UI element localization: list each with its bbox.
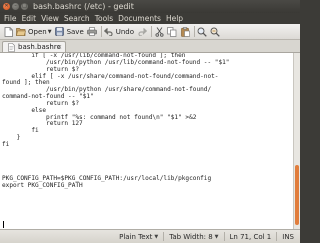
paste-button[interactable] xyxy=(180,25,190,39)
code-line[interactable]: fi xyxy=(2,127,291,135)
menu-bar: File Edit View Search Tools Documents He… xyxy=(0,13,300,24)
menu-file[interactable]: File xyxy=(4,14,17,23)
status-separator xyxy=(223,232,225,241)
menu-search[interactable]: Search xyxy=(64,14,90,23)
folder-open-icon xyxy=(16,27,26,37)
toolbar-separator xyxy=(100,26,102,37)
code-line[interactable] xyxy=(2,156,291,163)
close-window-icon[interactable]: ✕ xyxy=(3,3,10,10)
new-document-icon xyxy=(3,26,13,37)
status-separator xyxy=(276,232,278,241)
code-line[interactable] xyxy=(2,190,291,197)
code-line[interactable]: return 127 xyxy=(2,121,291,128)
cut-button[interactable] xyxy=(154,25,164,39)
menu-tools[interactable]: Tools xyxy=(95,14,113,23)
print-icon xyxy=(86,27,97,37)
copy-button[interactable] xyxy=(167,25,177,39)
toolbar-separator xyxy=(194,26,196,37)
redo-icon xyxy=(137,27,148,37)
undo-button[interactable]: Undo xyxy=(103,25,135,39)
menu-documents[interactable]: Documents xyxy=(118,14,161,23)
chevron-down-icon: ▼ xyxy=(214,233,219,240)
tab-bar: bash.bashrc ✕ xyxy=(0,40,300,52)
code-content[interactable]: if [ -x /usr/lib/command-not-found ]; th… xyxy=(2,53,291,204)
replace-button[interactable] xyxy=(210,25,220,39)
title-bar: ✕ – □ bash.bashrc (/etc) - gedit xyxy=(0,0,300,13)
redo-button[interactable] xyxy=(137,25,148,39)
tab-bash-bashrc[interactable]: bash.bashrc ✕ xyxy=(2,41,66,52)
language-selector[interactable]: Plain Text ▼ xyxy=(119,233,158,241)
code-line[interactable]: } xyxy=(2,134,291,142)
toolbar-separator xyxy=(151,26,153,37)
status-bar: Plain Text ▼ Tab Width: 8 ▼ Ln 71, Col 1… xyxy=(0,229,300,243)
status-separator xyxy=(163,232,165,241)
code-line[interactable]: export PKG_CONFIG_PATH xyxy=(2,182,291,190)
toolbar: Open ▼ Save Undo xyxy=(0,24,300,40)
text-document-icon xyxy=(6,42,16,52)
menu-help[interactable]: Help xyxy=(166,14,183,23)
search-button[interactable] xyxy=(197,25,207,39)
open-label: Open xyxy=(28,27,47,36)
tab-width-label: Tab Width: 8 xyxy=(169,232,213,241)
print-button[interactable] xyxy=(86,25,97,39)
search-replace-icon xyxy=(210,27,220,37)
text-cursor xyxy=(3,221,4,228)
open-dropdown-icon[interactable]: ▼ xyxy=(48,29,52,35)
language-label: Plain Text xyxy=(119,232,153,241)
save-label: Save xyxy=(66,27,84,36)
text-editor[interactable]: if [ -x /usr/lib/command-not-found ]; th… xyxy=(0,52,300,229)
code-line[interactable]: fi xyxy=(2,141,291,149)
maximize-window-icon[interactable]: □ xyxy=(21,3,28,10)
undo-label: Undo xyxy=(115,27,135,36)
paste-icon xyxy=(180,26,190,37)
code-line[interactable] xyxy=(2,149,291,156)
code-line[interactable] xyxy=(2,197,291,204)
cursor-position: Ln 71, Col 1 xyxy=(229,232,272,241)
tab-width-selector[interactable]: Tab Width: 8 ▼ xyxy=(169,233,218,241)
vertical-scrollbar[interactable] xyxy=(293,53,300,229)
open-button[interactable]: Open ▼ xyxy=(16,25,52,39)
menu-view[interactable]: View xyxy=(41,14,59,23)
new-document-button[interactable] xyxy=(3,25,13,39)
chevron-down-icon: ▼ xyxy=(154,233,159,240)
menu-edit[interactable]: Edit xyxy=(22,14,37,23)
minimize-window-icon[interactable]: – xyxy=(12,3,19,10)
window-title: bash.bashrc (/etc) - gedit xyxy=(33,2,134,11)
scissors-icon xyxy=(154,26,164,37)
search-icon xyxy=(197,27,207,37)
tab-label: bash.bashrc xyxy=(18,43,61,51)
scrollbar-thumb[interactable] xyxy=(295,165,299,225)
insert-mode: INS xyxy=(282,232,294,241)
save-icon xyxy=(55,27,65,37)
undo-icon xyxy=(103,27,114,37)
copy-icon xyxy=(167,26,177,37)
save-button[interactable]: Save xyxy=(55,25,84,39)
close-tab-icon[interactable]: ✕ xyxy=(56,44,63,51)
code-line[interactable] xyxy=(2,163,291,170)
